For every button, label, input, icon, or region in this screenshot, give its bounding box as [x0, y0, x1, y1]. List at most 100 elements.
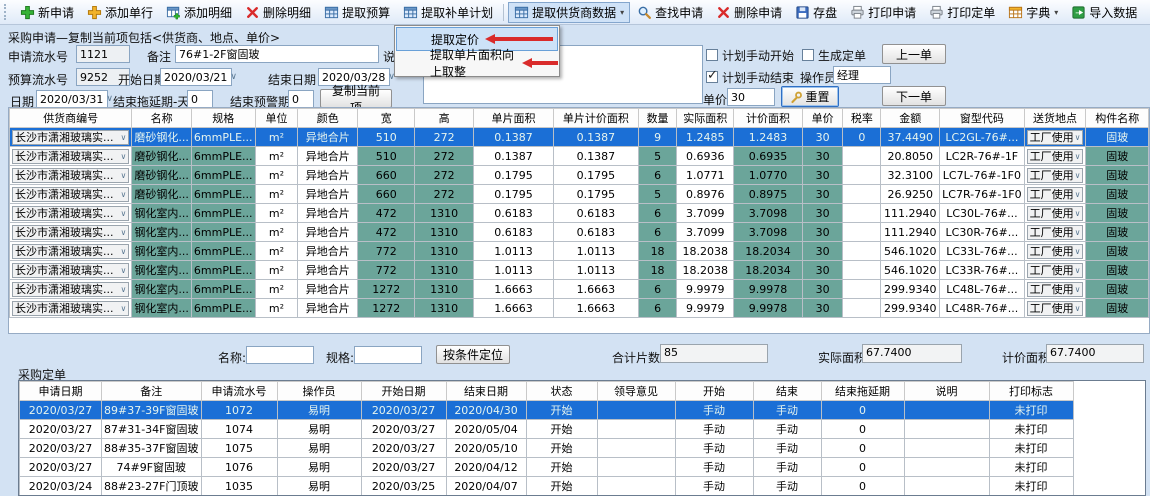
end-warning-field[interactable]	[288, 90, 314, 108]
column-header[interactable]: 操作员	[277, 382, 361, 401]
table-row[interactable]: 长沙市潇湘玻璃实...∨磨砂钢化...6mmPLE...m²异地合片510272…	[10, 147, 1149, 166]
table-row[interactable]: 2020/03/2787#31-34F窗固玻1074易明2020/03/2720…	[20, 420, 1074, 439]
table-row[interactable]: 长沙市潇湘玻璃实...∨钢化室内...6mmPLE...m²异地合片127213…	[10, 299, 1149, 318]
new-request-button[interactable]: 新申请	[14, 2, 80, 23]
cell-combo[interactable]: 长沙市潇湘玻璃实...∨	[10, 128, 132, 147]
cell-combo[interactable]: 工厂使用∨	[1024, 299, 1086, 318]
save-button[interactable]: 存盘	[789, 2, 843, 23]
column-header[interactable]: 结束拖延期	[821, 382, 904, 401]
menu-item-extract-area-roundup[interactable]: 提取单片面积向上取整	[396, 51, 558, 75]
table-row[interactable]: 长沙市潇湘玻璃实...∨磨砂钢化...6mmPLE...m²异地合片660272…	[10, 185, 1149, 204]
next-order-button[interactable]: 下一单	[882, 86, 946, 106]
table-row[interactable]: 长沙市潇湘玻璃实...∨钢化室内...6mmPLE...m²异地合片472131…	[10, 223, 1149, 242]
column-header[interactable]: 送货地点	[1024, 109, 1086, 128]
column-header[interactable]: 颜色	[298, 109, 358, 128]
column-header[interactable]: 申请流水号	[201, 382, 277, 401]
cell-combo[interactable]: 长沙市潇湘玻璃实...∨	[10, 299, 132, 318]
start-date-picker[interactable]: 2020/03/21∨	[160, 68, 232, 86]
column-header[interactable]: 申请日期	[20, 382, 102, 401]
cell: 6mmPLE...	[191, 261, 255, 280]
column-header[interactable]: 名称	[132, 109, 192, 128]
table-row[interactable]: 2020/03/2488#23-27F门顶玻1035易明2020/03/2520…	[20, 477, 1074, 496]
column-header[interactable]: 领导意见	[597, 382, 675, 401]
delete-detail-button[interactable]: 删除明细	[239, 2, 317, 23]
previous-order-button[interactable]: 上一单	[882, 44, 946, 64]
table-row[interactable]: 长沙市潇湘玻璃实...∨钢化室内...6mmPLE...m²异地合片772131…	[10, 261, 1149, 280]
reset-button[interactable]: 重置	[781, 86, 839, 107]
filter-name-input[interactable]	[246, 346, 314, 364]
column-header[interactable]: 税率	[843, 109, 881, 128]
column-header[interactable]: 数量	[638, 109, 677, 128]
column-header[interactable]: 开始日期	[361, 382, 446, 401]
column-header[interactable]: 结束日期	[446, 382, 526, 401]
column-header[interactable]: 打印标志	[989, 382, 1073, 401]
cell-combo[interactable]: 长沙市潇湘玻璃实...∨	[10, 185, 132, 204]
column-header[interactable]: 宽	[358, 109, 415, 128]
column-header[interactable]: 窗型代码	[940, 109, 1024, 128]
column-header[interactable]: 单位	[255, 109, 298, 128]
cell-combo[interactable]: 长沙市潇湘玻璃实...∨	[10, 261, 132, 280]
cell-combo[interactable]: 工厂使用∨	[1024, 185, 1086, 204]
column-header[interactable]: 实际面积	[677, 109, 734, 128]
locate-by-condition-button[interactable]: 按条件定位	[436, 345, 510, 364]
operator-field[interactable]	[833, 66, 891, 84]
add-row-button[interactable]: 添加单行	[81, 2, 159, 23]
table-row[interactable]: 长沙市潇湘玻璃实...∨钢化室内...6mmPLE...m²异地合片127213…	[10, 280, 1149, 299]
cell-combo[interactable]: 长沙市潇湘玻璃实...∨	[10, 166, 132, 185]
remark-field[interactable]	[175, 45, 379, 63]
column-header[interactable]: 开始	[675, 382, 753, 401]
table-row[interactable]: 2020/03/2774#9F窗固玻1076易明2020/03/272020/0…	[20, 458, 1074, 477]
generate-order-checkbox[interactable]	[802, 49, 814, 61]
plan-manual-start-checkbox[interactable]	[706, 49, 718, 61]
extract-budget-button[interactable]: 提取预算	[318, 2, 396, 23]
cell-combo[interactable]: 长沙市潇湘玻璃实...∨	[10, 223, 132, 242]
cell-combo[interactable]: 工厂使用∨	[1024, 242, 1086, 261]
column-header[interactable]: 状态	[526, 382, 597, 401]
cell-combo[interactable]: 工厂使用∨	[1024, 280, 1086, 299]
extract-supplier-data-button[interactable]: 提取供货商数据 ▾	[508, 2, 630, 23]
column-header[interactable]: 单价	[802, 109, 842, 128]
end-delay-field[interactable]	[187, 90, 213, 108]
table-row[interactable]: 长沙市潇湘玻璃实...∨磨砂钢化...6mmPLE...m²异地合片510272…	[10, 128, 1149, 147]
cell-combo[interactable]: 长沙市潇湘玻璃实...∨	[10, 147, 132, 166]
table-row[interactable]: 2020/03/2788#35-37F窗固玻1075易明2020/03/2720…	[20, 439, 1074, 458]
column-header[interactable]: 单片面积	[473, 109, 553, 128]
print-request-button[interactable]: 打印申请	[844, 2, 922, 23]
cell-combo[interactable]: 工厂使用∨	[1024, 166, 1086, 185]
table-row[interactable]: 长沙市潇湘玻璃实...∨钢化室内...6mmPLE...m²异地合片772131…	[10, 242, 1149, 261]
print-order-button[interactable]: 打印定单	[923, 2, 1001, 23]
column-header[interactable]: 结束	[753, 382, 821, 401]
column-header[interactable]: 备注	[102, 382, 202, 401]
column-header[interactable]: 金额	[881, 109, 940, 128]
column-header[interactable]: 单片计价面积	[554, 109, 638, 128]
dictionary-button[interactable]: 字典 ▾	[1002, 2, 1064, 23]
cell-combo[interactable]: 工厂使用∨	[1024, 261, 1086, 280]
delete-request-button[interactable]: 删除申请	[710, 2, 788, 23]
table-row[interactable]: 长沙市潇湘玻璃实...∨磨砂钢化...6mmPLE...m²异地合片660272…	[10, 166, 1149, 185]
column-header[interactable]: 构件名称	[1086, 109, 1149, 128]
table-row[interactable]: 2020/03/2789#37-39F窗固玻1072易明2020/03/2720…	[20, 401, 1074, 420]
unit-price-field[interactable]	[727, 88, 775, 106]
extract-supplement-plan-button[interactable]: 提取补单计划	[397, 2, 499, 23]
request-no-field[interactable]	[76, 45, 130, 63]
column-header[interactable]: 规格	[191, 109, 255, 128]
column-header[interactable]: 计价面积	[734, 109, 803, 128]
add-detail-button[interactable]: 添加明细	[160, 2, 238, 23]
filter-spec-input[interactable]	[354, 346, 422, 364]
import-data-button[interactable]: 导入数据	[1065, 2, 1143, 23]
cell-combo[interactable]: 长沙市潇湘玻璃实...∨	[10, 280, 132, 299]
cell-combo[interactable]: 工厂使用∨	[1024, 204, 1086, 223]
copy-current-item-button[interactable]: 复制当前项	[320, 89, 392, 108]
plan-manual-end-checkbox[interactable]	[706, 71, 718, 83]
cell-combo[interactable]: 工厂使用∨	[1024, 223, 1086, 242]
cell-combo[interactable]: 工厂使用∨	[1024, 147, 1086, 166]
column-header[interactable]: 供货商编号	[10, 109, 132, 128]
date-picker[interactable]: 2020/03/31∨	[36, 90, 108, 108]
cell-combo[interactable]: 长沙市潇湘玻璃实...∨	[10, 204, 132, 223]
cell-combo[interactable]: 长沙市潇湘玻璃实...∨	[10, 242, 132, 261]
table-row[interactable]: 长沙市潇湘玻璃实...∨钢化室内...6mmPLE...m²异地合片472131…	[10, 204, 1149, 223]
column-header[interactable]: 高	[415, 109, 473, 128]
cell-combo[interactable]: 工厂使用∨	[1024, 128, 1086, 147]
find-request-button[interactable]: 查找申请	[631, 2, 709, 23]
column-header[interactable]: 说明	[904, 382, 989, 401]
